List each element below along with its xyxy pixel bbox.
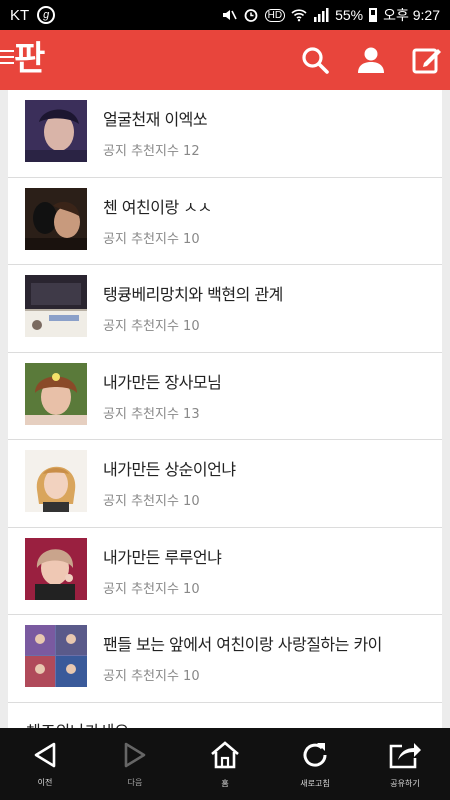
post-meta: 공지 추천지수 12 bbox=[103, 140, 200, 159]
recommend-label: 추천지수 bbox=[131, 319, 179, 334]
share-icon bbox=[389, 742, 421, 768]
share-button[interactable]: 공유하기 bbox=[360, 728, 450, 800]
post-title: 첸 여친이랑 ㅅㅅ bbox=[103, 197, 212, 217]
post-meta: 공지 추천지수 10 bbox=[103, 228, 200, 247]
post-meta: 공지 추천지수 10 bbox=[103, 665, 200, 684]
recommend-label: 추천지수 bbox=[131, 406, 179, 422]
list-item[interactable]: 탱큥베리망치와 백현의 관계 공지 추천지수 10 bbox=[8, 265, 442, 353]
recommend-label: 추천지수 bbox=[131, 669, 179, 684]
recommend-score: 10 bbox=[183, 581, 200, 597]
forward-label: 다음 bbox=[127, 777, 143, 787]
post-title: 팬들 보는 앞에서 여친이랑 사랑질하는 카이 bbox=[103, 635, 382, 654]
list-item[interactable]: 내가만든 상순이언냐 공지 추천지수 10 bbox=[8, 440, 442, 528]
post-thumbnail bbox=[25, 362, 87, 425]
notice-label: 공지 bbox=[103, 319, 127, 334]
forward-arrow-icon bbox=[124, 742, 146, 767]
carrier-name: KT bbox=[10, 6, 30, 24]
forward-button[interactable]: 다음 bbox=[90, 728, 180, 800]
status-bar: KT g HD 55% 오후 9:27 bbox=[0, 0, 450, 30]
list-item[interactable]: 내가만든 장사모님 공지 추천지수 13 bbox=[8, 353, 442, 440]
notice-label: 공지 bbox=[103, 144, 127, 159]
post-thumbnail bbox=[25, 100, 87, 162]
post-title: 내가만든 루루언냐 bbox=[103, 547, 222, 567]
post-meta: 공지 추천지수 10 bbox=[103, 315, 200, 334]
recommend-label: 추천지수 bbox=[131, 231, 179, 247]
refresh-icon bbox=[303, 742, 327, 767]
app-logo[interactable]: 판 bbox=[14, 39, 45, 79]
recommend-score: 10 bbox=[183, 494, 200, 509]
menu-icon[interactable] bbox=[0, 50, 14, 66]
notice-label: 공지 bbox=[103, 669, 127, 684]
notice-label: 공지 bbox=[103, 406, 127, 422]
post-title: 탱큥베리망치와 백현의 관계 bbox=[103, 285, 283, 304]
notice-label: 공지 bbox=[103, 494, 127, 509]
list-item[interactable]: 얼굴천재 이엑쏘 공지 추천지수 12 bbox=[8, 90, 442, 178]
recommend-label: 추천지수 bbox=[131, 581, 179, 597]
post-title: 내가만든 상순이언냐 bbox=[103, 460, 236, 479]
battery-icon bbox=[369, 8, 378, 22]
refresh-label: 새로고침 bbox=[300, 778, 330, 788]
post-thumbnail bbox=[25, 187, 87, 250]
clock: 오후 9:27 bbox=[383, 7, 440, 23]
notice-label: 공지 bbox=[103, 231, 127, 247]
search-icon[interactable] bbox=[300, 45, 330, 75]
refresh-button[interactable]: 새로고침 bbox=[270, 728, 360, 800]
list-item[interactable]: 첸 여친이랑 ㅅㅅ 공지 추천지수 10 bbox=[8, 178, 442, 265]
home-label: 홈 bbox=[221, 778, 229, 788]
share-label: 공유하기 bbox=[390, 778, 420, 788]
post-title-partial[interactable]: 체조외나가세요 bbox=[26, 718, 129, 728]
mute-icon bbox=[222, 10, 237, 20]
signal-icon bbox=[314, 8, 329, 22]
home-icon bbox=[211, 740, 239, 768]
recommend-score: 10 bbox=[183, 319, 200, 334]
post-meta: 공지 추천지수 10 bbox=[103, 490, 200, 509]
app-header: 판 bbox=[0, 30, 450, 90]
post-title: 내가만든 장사모님 bbox=[103, 372, 222, 392]
wifi-icon bbox=[291, 9, 307, 22]
back-arrow-icon bbox=[34, 742, 56, 767]
user-icon[interactable] bbox=[356, 45, 386, 75]
home-button[interactable]: 홈 bbox=[180, 728, 270, 800]
list-item[interactable]: 내가만든 루루언냐 공지 추천지수 10 bbox=[8, 528, 442, 615]
recommend-label: 추천지수 bbox=[131, 494, 179, 509]
hd-badge: HD bbox=[264, 8, 286, 22]
battery-percent: 55% bbox=[335, 7, 364, 23]
recommend-score: 13 bbox=[183, 406, 200, 422]
recommend-score: 12 bbox=[183, 144, 200, 159]
bottom-nav: 이전 다음 홈 새로고침 공유하기 bbox=[0, 728, 450, 800]
post-thumbnail bbox=[25, 537, 87, 600]
recommend-label: 추천지수 bbox=[131, 144, 179, 159]
recommend-score: 10 bbox=[183, 669, 200, 684]
post-thumbnail bbox=[25, 450, 87, 512]
back-label: 이전 bbox=[37, 777, 53, 787]
post-title: 얼굴천재 이엑쏘 bbox=[103, 110, 208, 129]
post-list: 얼굴천재 이엑쏘 공지 추천지수 12 첸 여친이랑 ㅅㅅ 공지 추천지수 10… bbox=[8, 90, 442, 728]
recommend-score: 10 bbox=[183, 231, 200, 247]
post-meta: 공지 추천지수 13 bbox=[103, 403, 200, 422]
back-button[interactable]: 이전 bbox=[0, 728, 90, 800]
write-icon[interactable] bbox=[412, 45, 442, 75]
notice-label: 공지 bbox=[103, 581, 127, 597]
post-meta: 공지 추천지수 10 bbox=[103, 578, 200, 597]
alarm-icon bbox=[244, 9, 258, 22]
post-thumbnail bbox=[25, 275, 87, 337]
g-badge-icon: g bbox=[37, 6, 56, 24]
post-thumbnail bbox=[25, 625, 87, 687]
list-item[interactable]: 팬들 보는 앞에서 여친이랑 사랑질하는 카이 공지 추천지수 10 bbox=[8, 615, 442, 703]
